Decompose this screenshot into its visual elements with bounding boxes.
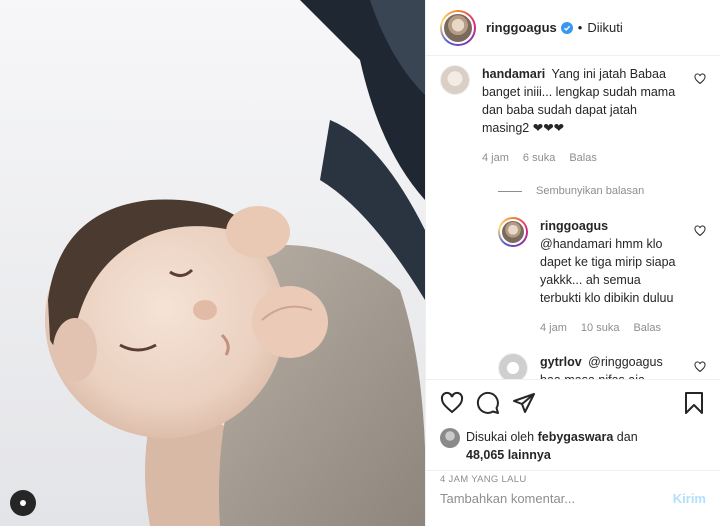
reply-body: gytrlov @ringgoagus baa masa nifas aja b… bbox=[540, 353, 706, 379]
post-header: ringgoagus • Diikuti bbox=[426, 0, 720, 56]
verified-badge-icon bbox=[560, 21, 573, 34]
reply-like-heart-icon[interactable] bbox=[694, 361, 706, 373]
author-username[interactable]: ringgoagus bbox=[486, 20, 557, 35]
reply-time[interactable]: 4 jam bbox=[540, 319, 567, 337]
liker-username[interactable]: febygaswara bbox=[538, 430, 614, 444]
follow-status[interactable]: Diikuti bbox=[587, 20, 622, 35]
liker-avatar[interactable] bbox=[440, 428, 460, 448]
comment-input[interactable] bbox=[440, 491, 673, 506]
reply-avatar[interactable] bbox=[498, 353, 528, 379]
add-comment-bar: Kirim bbox=[426, 470, 720, 526]
likes-prefix: Disukai oleh bbox=[466, 430, 535, 444]
hide-replies-line bbox=[498, 190, 522, 192]
reply-avatar[interactable] bbox=[498, 217, 528, 247]
reply-reply-button[interactable]: Balas bbox=[633, 319, 661, 337]
comment-meta: 4 jam 6 suka Balas bbox=[482, 149, 680, 167]
reply-item: gytrlov @ringgoagus baa masa nifas aja b… bbox=[498, 353, 706, 379]
comment-username[interactable]: handamari bbox=[482, 67, 545, 81]
reply-item: ringgoagus @handamari hmm klo dapet ke t… bbox=[498, 217, 706, 337]
reply-username[interactable]: gytrlov bbox=[540, 355, 582, 369]
post-sidebar: ringgoagus • Diikuti handamari Yang ini … bbox=[425, 0, 720, 526]
baby-photo-illustration bbox=[0, 0, 425, 526]
author-avatar[interactable] bbox=[440, 9, 476, 46]
likes-conj: dan bbox=[616, 430, 638, 444]
post-photo[interactable] bbox=[0, 0, 425, 526]
comment-icon[interactable] bbox=[476, 391, 500, 415]
photo-options-button[interactable] bbox=[10, 490, 36, 516]
comment-reply-button[interactable]: Balas bbox=[569, 149, 597, 167]
reply-likes[interactable]: 10 suka bbox=[581, 319, 620, 337]
action-icons-row bbox=[440, 390, 706, 416]
bookmark-icon[interactable] bbox=[682, 391, 706, 415]
reply-meta: 4 jam 10 suka Balas bbox=[540, 319, 680, 337]
share-icon[interactable] bbox=[512, 391, 536, 415]
comments-list[interactable]: handamari Yang ini jatah Babaa banget in… bbox=[426, 57, 720, 379]
comment-time[interactable]: 4 jam bbox=[482, 149, 509, 167]
reply-username[interactable]: ringgoagus bbox=[540, 219, 608, 233]
more-options-icon bbox=[20, 500, 26, 506]
comment-body: handamari Yang ini jatah Babaa banget in… bbox=[482, 65, 706, 167]
post-comment-button[interactable]: Kirim bbox=[673, 491, 706, 506]
header-separator: • bbox=[577, 20, 583, 35]
comment-likes[interactable]: 6 suka bbox=[523, 149, 555, 167]
likes-count[interactable]: 48,065 lainnya bbox=[466, 448, 551, 462]
hide-replies-label: Sembunyikan balasan bbox=[536, 185, 645, 197]
heart-icon[interactable] bbox=[440, 391, 464, 415]
reply-body: ringgoagus @handamari hmm klo dapet ke t… bbox=[540, 217, 706, 337]
hide-replies-button[interactable]: Sembunyikan balasan bbox=[498, 185, 706, 197]
reply-text: @handamari hmm klo dapet ke tiga mirip s… bbox=[540, 237, 676, 305]
commenter-avatar[interactable] bbox=[440, 65, 470, 95]
comment-item: handamari Yang ini jatah Babaa banget in… bbox=[440, 65, 706, 167]
reply-like-heart-icon[interactable] bbox=[694, 225, 706, 237]
comment-like-heart-icon[interactable] bbox=[694, 73, 706, 85]
likes-summary: Disukai oleh febygaswara dan 48,065 lain… bbox=[440, 428, 706, 464]
